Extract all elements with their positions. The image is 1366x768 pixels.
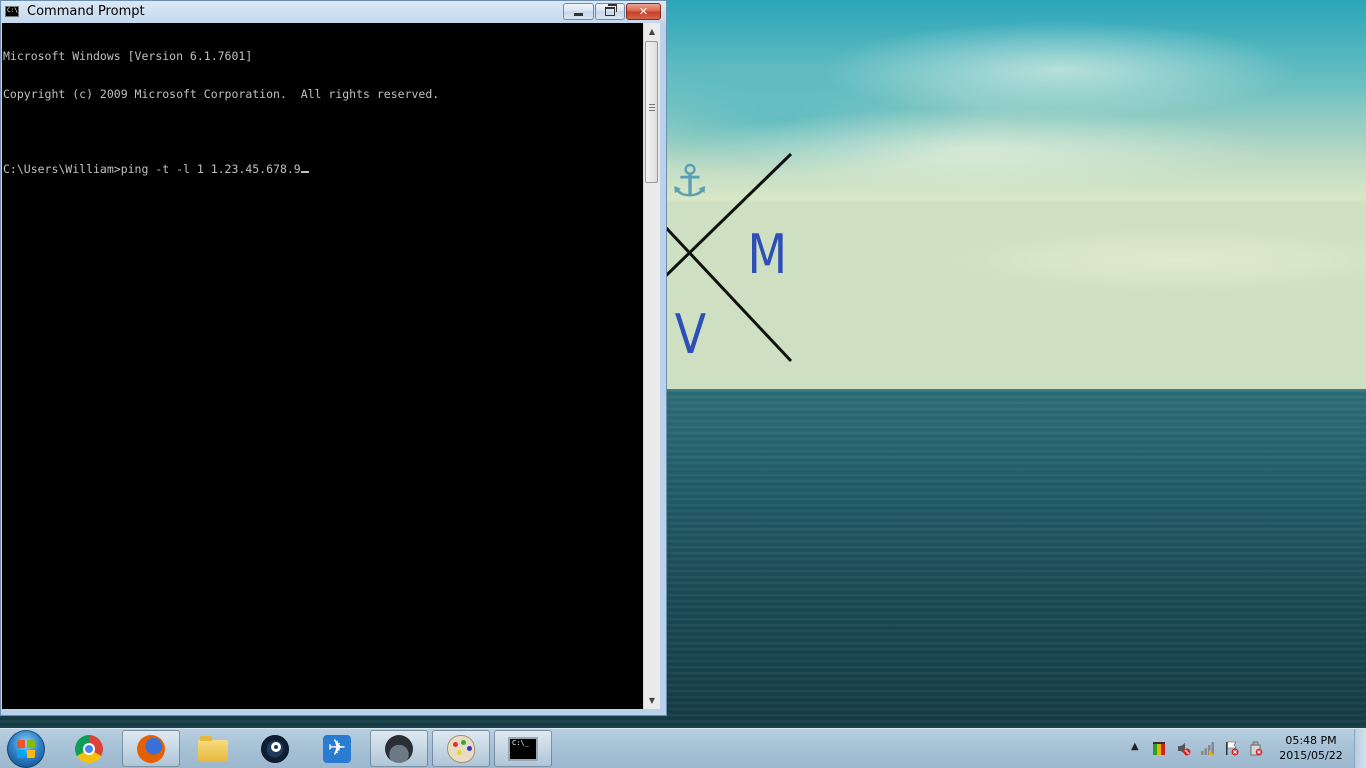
window-titlebar[interactable]: C:\ Command Prompt ✕ <box>1 1 666 23</box>
system-tray: ▲ <box>1128 729 1268 768</box>
window-title: Command Prompt <box>27 4 145 19</box>
taskbar-explorer-button[interactable] <box>184 730 242 767</box>
taskbar-cmd-button[interactable]: C:\_ <box>494 730 552 767</box>
folder-icon <box>198 735 228 762</box>
scroll-up-arrow-icon[interactable]: ▲ <box>644 23 660 40</box>
flag-error-icon[interactable] <box>1224 741 1239 756</box>
taskbar-spy-button[interactable] <box>370 730 428 767</box>
steam-icon <box>261 734 289 763</box>
taskbar-flight-button[interactable]: ✈ <box>308 730 366 767</box>
close-icon: ✕ <box>638 5 649 18</box>
vertical-scrollbar[interactable]: ▲ ▼ <box>643 23 660 709</box>
clock-time: 05:48 PM <box>1285 734 1337 747</box>
network-icon[interactable] <box>1200 741 1215 756</box>
console-line: Copyright (c) 2009 Microsoft Corporation… <box>3 86 440 101</box>
taskbar-firefox-button[interactable] <box>122 730 180 767</box>
volume-muted-icon[interactable] <box>1176 741 1191 756</box>
paint-icon <box>447 734 475 763</box>
scroll-down-arrow-icon[interactable]: ▼ <box>644 692 660 709</box>
taskbar-steam-button[interactable] <box>246 730 304 767</box>
taskbar: ✈ C:\_ ▲ 05:48 PM 2015/05/22 <box>0 728 1366 768</box>
console-prompt-line[interactable]: C:\Users\William>ping -t -l 1 1.23.45.67… <box>3 162 642 176</box>
minimize-icon <box>574 13 583 16</box>
wallpaper-letter-v: V <box>674 303 707 366</box>
text-cursor <box>300 170 309 173</box>
start-button[interactable] <box>7 730 45 768</box>
taskbar-clock[interactable]: 05:48 PM 2015/05/22 <box>1276 733 1346 763</box>
taskbar-chrome-button[interactable] <box>60 730 118 767</box>
restore-icon <box>605 4 617 16</box>
scroll-thumb[interactable] <box>645 41 658 183</box>
windows-logo-icon <box>17 740 35 758</box>
clock-date: 2015/05/22 <box>1279 749 1343 762</box>
cmd-icon: C:\_ <box>508 736 538 761</box>
restore-button[interactable] <box>595 3 625 20</box>
console-line: Microsoft Windows [Version 6.1.7601] <box>3 49 253 63</box>
grip-icon <box>649 104 655 111</box>
plane-icon: ✈ <box>323 734 351 763</box>
firefox-icon <box>137 734 165 763</box>
console-command[interactable]: C:\Users\William>ping -t -l 1 1.23.45.67… <box>3 162 301 176</box>
show-hidden-icons-icon[interactable]: ▲ <box>1131 741 1139 752</box>
action-center-icon[interactable] <box>1152 741 1167 756</box>
close-button[interactable]: ✕ <box>626 3 661 20</box>
spy-icon <box>385 734 413 763</box>
command-prompt-window[interactable]: C:\ Command Prompt ✕ Microsoft Windows [… <box>0 0 667 716</box>
anchor-icon: ⚓ <box>670 156 710 207</box>
wallpaper-letter-m: M <box>747 223 788 286</box>
chrome-icon <box>75 734 103 763</box>
console-output[interactable]: Microsoft Windows [Version 6.1.7601] Cop… <box>2 23 643 709</box>
show-desktop-button[interactable] <box>1354 729 1366 768</box>
taskbar-paint-button[interactable] <box>432 730 490 767</box>
cmd-icon: C:\ <box>5 6 19 17</box>
usb-icon[interactable] <box>1248 741 1263 756</box>
minimize-button[interactable] <box>563 3 594 20</box>
